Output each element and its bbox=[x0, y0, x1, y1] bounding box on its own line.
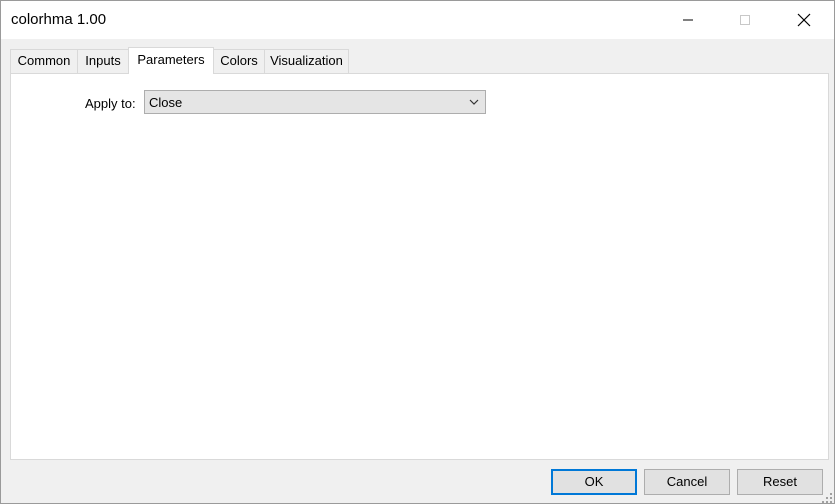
close-button[interactable] bbox=[781, 1, 827, 39]
cancel-button[interactable]: Cancel bbox=[644, 469, 730, 495]
resize-grip-icon[interactable] bbox=[821, 492, 833, 504]
reset-button[interactable]: Reset bbox=[737, 469, 823, 495]
tab-inputs[interactable]: Inputs bbox=[77, 49, 129, 73]
dialog-window: colorhma 1.00 Common Inputs Parameters C… bbox=[0, 0, 835, 504]
apply-to-select[interactable]: Close bbox=[144, 90, 486, 114]
tab-colors[interactable]: Colors bbox=[213, 49, 265, 73]
tab-parameters[interactable]: Parameters bbox=[128, 47, 214, 74]
tab-common[interactable]: Common bbox=[10, 49, 78, 73]
ok-button[interactable]: OK bbox=[551, 469, 637, 495]
apply-to-value: Close bbox=[149, 94, 183, 110]
maximize-icon bbox=[740, 15, 750, 25]
parameters-panel: Apply to: Close bbox=[10, 73, 829, 460]
title-bar: colorhma 1.00 bbox=[1, 1, 834, 39]
chevron-down-icon bbox=[469, 99, 479, 105]
tab-strip: Common Inputs Parameters Colors Visualiz… bbox=[10, 47, 830, 74]
maximize-button[interactable] bbox=[722, 1, 768, 39]
tab-visualization[interactable]: Visualization bbox=[264, 49, 349, 73]
close-icon bbox=[797, 13, 811, 27]
minimize-button[interactable] bbox=[665, 1, 711, 39]
window-title: colorhma 1.00 bbox=[11, 11, 107, 28]
minimize-icon bbox=[683, 19, 693, 21]
apply-to-label: Apply to: bbox=[85, 96, 136, 111]
